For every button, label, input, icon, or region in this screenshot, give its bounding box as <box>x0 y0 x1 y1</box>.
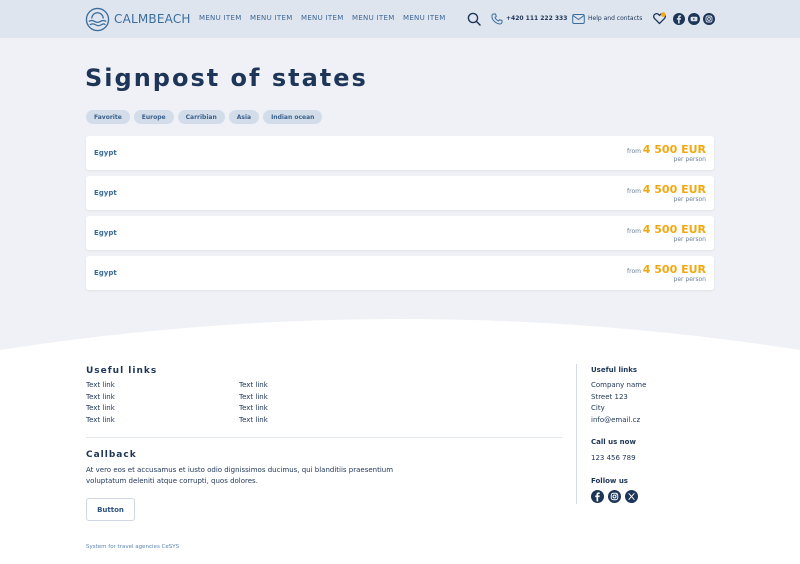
x-twitter-icon[interactable] <box>625 490 638 503</box>
main-menu: MENU ITEM MENU ITEM MENU ITEM MENU ITEM … <box>199 14 445 22</box>
search-icon[interactable] <box>467 12 481 26</box>
callback-text: At vero eos et accusamus et iusto odio d… <box>86 466 394 485</box>
chip-europe[interactable]: Europe <box>133 110 174 124</box>
phone-icon[interactable] <box>491 13 503 25</box>
contact-useful-links-title: Useful links <box>591 366 638 374</box>
destination-card[interactable]: Egypt from 4 500 EUR per person <box>86 216 714 250</box>
price-value: 4 500 EUR <box>642 143 706 156</box>
destination-name: Egypt <box>94 229 117 237</box>
destination-name: Egypt <box>94 189 117 197</box>
footer-link[interactable]: Text link <box>239 393 268 401</box>
call-us-title: Call us now <box>591 438 636 446</box>
price-unit: per person <box>673 156 706 163</box>
destination-card[interactable]: Egypt from 4 500 EUR per person <box>86 176 714 210</box>
price-from-label: from <box>627 228 641 235</box>
footer-link[interactable]: Text link <box>239 416 268 424</box>
city: City <box>591 404 605 412</box>
header-phone[interactable]: +420 111 222 333 <box>506 15 567 22</box>
footer-link[interactable]: Text link <box>86 416 115 424</box>
price-from-label: from <box>627 188 641 195</box>
street-address: Street 123 <box>591 393 628 401</box>
destination-card[interactable]: Egypt from 4 500 EUR per person <box>86 136 714 170</box>
price-from-label: from <box>627 148 641 155</box>
logo-text: CALMBEACH <box>114 12 191 26</box>
footer-useful-links-title: Useful links <box>86 366 158 376</box>
footer-credit[interactable]: System for travel agencies CeSYS <box>86 544 179 550</box>
menu-item[interactable]: MENU ITEM <box>199 14 241 22</box>
site-header: CALMBEACH MENU ITEM MENU ITEM MENU ITEM … <box>0 0 800 38</box>
price-value: 4 500 EUR <box>642 183 706 196</box>
chip-asia[interactable]: Asia <box>228 110 260 124</box>
page-title: Signpost of states <box>85 64 368 92</box>
help-contacts-link[interactable]: Help and contacts <box>588 15 642 22</box>
contact-email[interactable]: info@email.cz <box>591 416 640 424</box>
destination-name: Egypt <box>94 269 117 277</box>
logo-icon <box>85 7 110 31</box>
mail-icon[interactable] <box>572 13 585 25</box>
footer-link[interactable]: Text link <box>239 381 268 389</box>
menu-item[interactable]: MENU ITEM <box>250 14 292 22</box>
price-unit: per person <box>673 276 706 283</box>
callback-title: Callback <box>86 450 137 460</box>
price-value: 4 500 EUR <box>642 223 706 236</box>
heart-icon[interactable] <box>653 12 666 25</box>
chip-carribian[interactable]: Carribian <box>177 110 225 124</box>
logo[interactable]: CALMBEACH <box>85 6 191 32</box>
instagram-icon[interactable] <box>703 13 715 25</box>
destination-list: Egypt from 4 500 EUR per person Egypt fr… <box>86 136 714 296</box>
region-filter-chips: Favorite Europe Carribian Asia Indian oc… <box>86 110 323 124</box>
instagram-icon[interactable] <box>608 490 621 503</box>
footer-link[interactable]: Text link <box>239 404 268 412</box>
footer-link[interactable]: Text link <box>86 393 115 401</box>
follow-us-title: Follow us <box>591 477 628 485</box>
contact-phone[interactable]: 123 456 789 <box>591 454 636 462</box>
destination-card[interactable]: Egypt from 4 500 EUR per person <box>86 256 714 290</box>
price-from-label: from <box>627 268 641 275</box>
menu-item[interactable]: MENU ITEM <box>352 14 394 22</box>
chip-favorite[interactable]: Favorite <box>86 110 130 124</box>
footer-link[interactable]: Text link <box>86 404 115 412</box>
company-name: Company name <box>591 381 647 389</box>
chip-indian-ocean[interactable]: Indian ocean <box>263 110 323 124</box>
footer-vertical-divider <box>576 364 577 504</box>
facebook-icon[interactable] <box>673 13 685 25</box>
price-value: 4 500 EUR <box>642 263 706 276</box>
youtube-icon[interactable] <box>688 13 700 25</box>
footer-link[interactable]: Text link <box>86 381 115 389</box>
price-unit: per person <box>673 236 706 243</box>
footer-background <box>0 319 800 564</box>
facebook-icon[interactable] <box>591 490 604 503</box>
price-unit: per person <box>673 196 706 203</box>
destination-name: Egypt <box>94 149 117 157</box>
footer-divider <box>86 437 563 438</box>
menu-item[interactable]: MENU ITEM <box>301 14 343 22</box>
menu-item[interactable]: MENU ITEM <box>403 14 445 22</box>
callback-button[interactable]: Button <box>86 498 135 521</box>
